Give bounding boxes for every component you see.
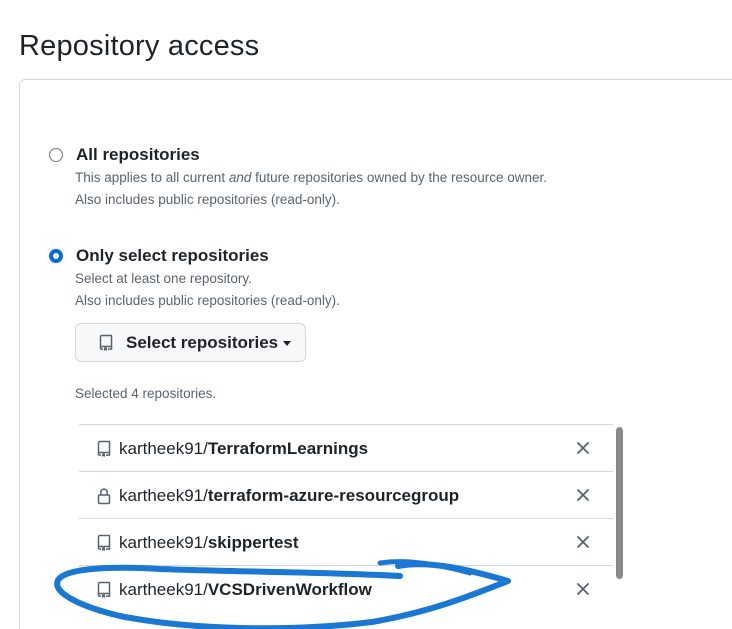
repository-row: kartheek91/skippertest	[79, 519, 613, 566]
repo-icon	[97, 440, 111, 457]
radio-all-repositories[interactable]	[49, 148, 63, 162]
repo-icon	[97, 534, 111, 551]
repository-owner: kartheek91/	[119, 533, 208, 552]
repository-access-page: Repository access All repositories This …	[0, 0, 732, 629]
option-only-select-repositories-desc-2: Also includes public repositories (read-…	[75, 293, 340, 308]
option-all-repositories-desc-2: Also includes public repositories (read-…	[75, 192, 340, 207]
select-repositories-button[interactable]: Select repositories	[75, 323, 306, 362]
repository-name: kartheek91/VCSDrivenWorkflow	[119, 580, 372, 600]
caret-down-icon	[283, 341, 292, 346]
repository-row: kartheek91/TerraformLearnings	[79, 425, 613, 472]
repo-icon	[97, 581, 111, 598]
repository-name: kartheek91/skippertest	[119, 533, 299, 553]
lock-icon	[97, 488, 111, 505]
repository-owner: kartheek91/	[119, 580, 208, 599]
repository-owner: kartheek91/	[119, 486, 208, 505]
option-all-repositories-label[interactable]: All repositories	[76, 145, 200, 165]
repo-icon	[99, 334, 113, 351]
repository-row: kartheek91/terraform-azure-resourcegroup	[79, 472, 613, 519]
remove-repository-x-icon[interactable]	[575, 581, 591, 597]
option-only-select-repositories-label[interactable]: Only select repositories	[76, 246, 269, 266]
selected-count-text: Selected 4 repositories.	[75, 386, 217, 401]
option-all-repositories-desc-1: This applies to all current and future r…	[75, 170, 548, 185]
repository-name: kartheek91/terraform-azure-resourcegroup	[119, 486, 459, 506]
select-repositories-label: Select repositories	[126, 332, 279, 352]
remove-repository-x-icon[interactable]	[575, 440, 591, 456]
repository-name: kartheek91/TerraformLearnings	[119, 439, 368, 459]
remove-repository-x-icon[interactable]	[575, 487, 591, 503]
repository-repo: skippertest	[207, 533, 299, 552]
radio-only-select-repositories[interactable]	[49, 249, 63, 263]
repository-repo: terraform-azure-resourcegroup	[207, 486, 460, 505]
option-only-select-repositories-desc-1: Select at least one repository.	[75, 271, 252, 286]
page-title: Repository access	[19, 30, 260, 62]
repository-row: kartheek91/VCSDrivenWorkflow	[79, 566, 613, 613]
repository-repo: VCSDrivenWorkflow	[207, 580, 372, 599]
repository-list-scrollbar[interactable]	[616, 427, 623, 579]
repository-owner: kartheek91/	[119, 439, 208, 458]
remove-repository-x-icon[interactable]	[575, 534, 591, 550]
repository-repo: TerraformLearnings	[207, 439, 369, 458]
selected-repository-list: kartheek91/TerraformLearnings kartheek91…	[79, 424, 613, 613]
